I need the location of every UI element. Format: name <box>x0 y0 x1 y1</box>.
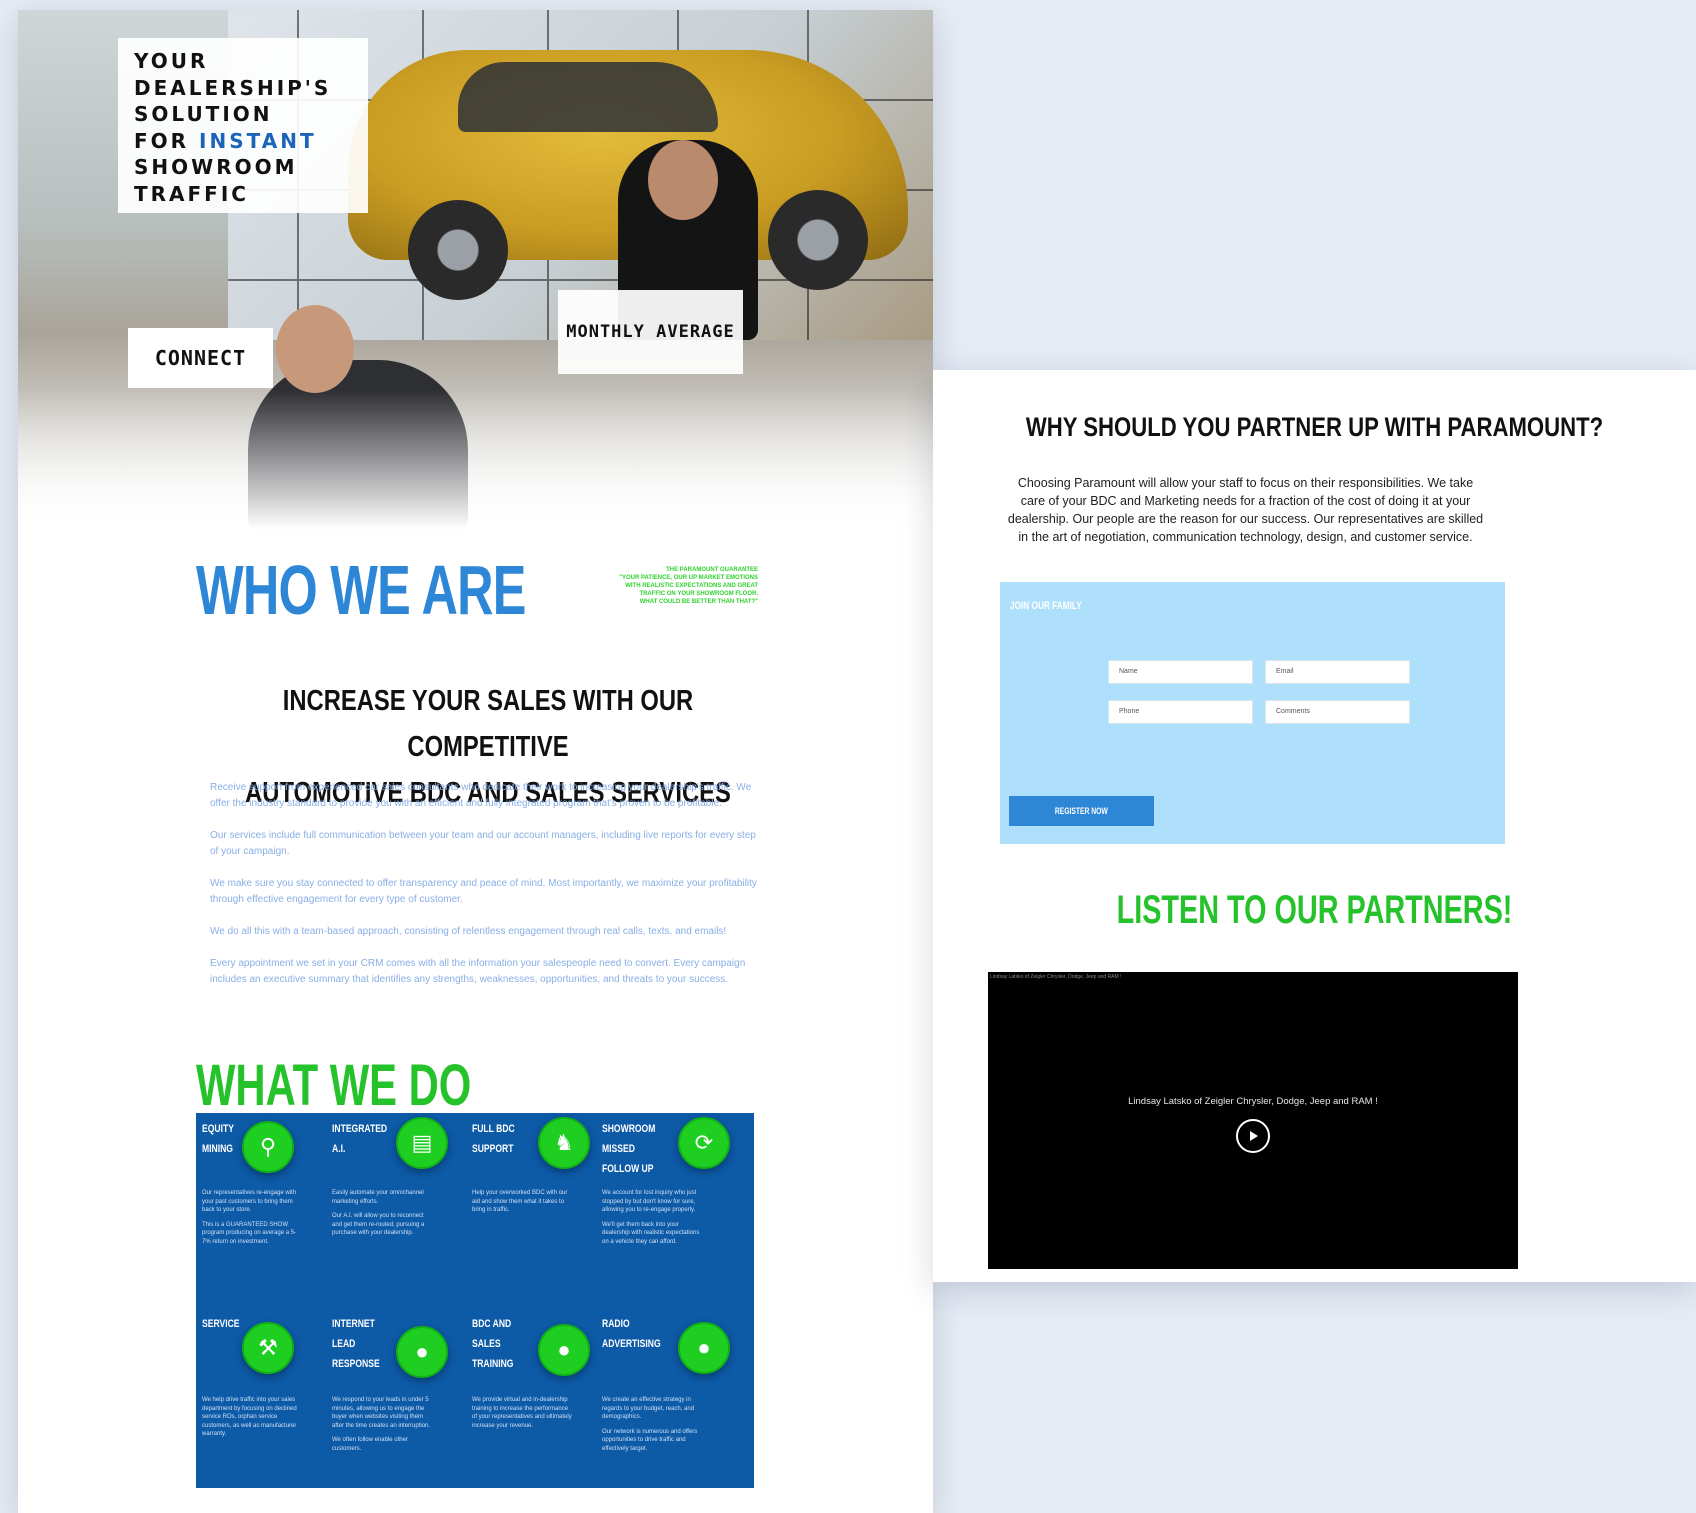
service-description: We account for lost inquiry who just sto… <box>602 1189 702 1252</box>
why-text-line: in the art of negotiation, communication… <box>1018 530 1473 544</box>
service-description: We provide virtual and in-dealership tra… <box>472 1396 572 1436</box>
hero-title: YOUR DEALERSHIP'S SOLUTION FOR INSTANT S… <box>118 38 368 213</box>
service-text: We create an effective strategy in regar… <box>602 1397 695 1420</box>
video-alt-text: Lindsay Latsko of Zeigler Chrysler, Dodg… <box>990 974 1122 980</box>
body-paragraph: We do all this with a team-based approac… <box>210 926 727 937</box>
service-text: We help drive traffic into your sales de… <box>202 1397 297 1437</box>
connect-label: CONNECT <box>128 328 273 388</box>
testimonial-video[interactable]: Lindsay Latsko of Zeigler Chrysler, Dodg… <box>988 972 1518 1269</box>
quote-line: WHAT COULD BE BETTER THAN THAT?" <box>639 599 758 605</box>
wrench-icon: ⚒ <box>242 1322 294 1374</box>
service-text: We respond to your leads in under 5 minu… <box>332 1397 431 1429</box>
who-we-are-body: Receive support from experienced car sal… <box>210 780 762 1004</box>
service-description: We respond to your leads in under 5 minu… <box>332 1396 432 1459</box>
team-icon: ♞ <box>538 1117 590 1169</box>
service-text: We account for lost inquiry who just sto… <box>602 1190 697 1213</box>
service-description: Easily automate your omnichannel marketi… <box>332 1189 432 1244</box>
salesperson-head <box>648 140 718 220</box>
body-paragraph: We make sure you stay connected to offer… <box>210 878 757 905</box>
quote-line: TRAFFIC ON YOUR SHOWROOM FLOOR. <box>639 591 758 597</box>
monitor-icon: ▤ <box>396 1117 448 1169</box>
service-title: FULL BDC SUPPORT <box>472 1123 515 1155</box>
email-field[interactable]: Email <box>1265 660 1410 684</box>
service-equity-mining[interactable]: EQUITY MINING ⚲ Our representatives re-e… <box>196 1113 334 1298</box>
phone-field[interactable]: Phone <box>1108 700 1253 724</box>
hero-title-for: FOR <box>134 128 190 153</box>
hero-title-line: YOUR <box>134 49 209 73</box>
monthly-average-label: MONTHLY AVERAGE <box>558 290 743 374</box>
quote-line: "YOUR PATIENCE, OUR UP MARKET EMOTIONS <box>619 575 758 581</box>
why-text-line: Choosing Paramount will allow your staff… <box>1017 476 1474 490</box>
hero-title-line: FOR INSTANT <box>134 128 352 155</box>
service-title: RADIO ADVERTISING <box>602 1318 661 1350</box>
radio-icon: ● <box>678 1322 730 1374</box>
service-text: Help your overworked BDC with our aid an… <box>472 1190 568 1213</box>
join-form-heading: JOIN OUR FAMILY <box>1010 600 1082 612</box>
video-caption: Lindsay Latsko of Zeigler Chrysler, Dodg… <box>1128 1096 1378 1107</box>
play-button[interactable] <box>1236 1119 1270 1153</box>
service-description: We create an effective strategy in regar… <box>602 1396 702 1459</box>
service-text: This is a GUARANTEED SHOW program produc… <box>202 1221 297 1245</box>
name-field[interactable]: Name <box>1108 660 1253 684</box>
service-title: INTERNET LEAD RESPONSE <box>332 1318 380 1370</box>
join-form: JOIN OUR FAMILY Name Email Phone Comment… <box>1000 582 1505 844</box>
why-partner-heading: WHY SHOULD YOU PARTNER UP WITH PARAMOUNT… <box>1025 412 1604 442</box>
partner-page-preview: WHY SHOULD YOU PARTNER UP WITH PARAMOUNT… <box>933 370 1696 1282</box>
service-text: Our representatives re-engage with your … <box>202 1190 297 1213</box>
service-internet-lead-response[interactable]: INTERNET LEAD RESPONSE ● We respond to y… <box>326 1308 464 1488</box>
service-text: We often follow enable other customers. <box>332 1437 408 1452</box>
suv-wheel <box>408 200 508 300</box>
hero-title-line: DEALERSHIP'S <box>134 75 332 100</box>
service-text: Easily automate your omnichannel marketi… <box>332 1190 424 1205</box>
service-bdc-and-sales-training[interactable]: BDC AND SALES TRAINING ● We provide virt… <box>466 1308 604 1488</box>
body-paragraph: Our services include full communication … <box>210 830 756 857</box>
listen-heading: LISTEN TO OUR PARTNERS! <box>1116 888 1513 932</box>
guarantee-quote: THE PARAMOUNT GUARANTEE "YOUR PATIENCE, … <box>608 566 758 606</box>
play-icon <box>1250 1131 1258 1141</box>
magnifier-icon: ⚲ <box>242 1121 294 1173</box>
what-we-do-heading: WHAT WE DO <box>196 1053 472 1118</box>
body-paragraph: Receive support from experienced car sal… <box>210 782 752 809</box>
training-icon: ● <box>538 1324 590 1376</box>
hero-title-line: SOLUTION <box>134 102 273 126</box>
quote-line: WITH REALISTIC EXPECTATIONS AND GREAT <box>625 583 758 589</box>
service-description: Help your overworked BDC with our aid an… <box>472 1189 572 1221</box>
service-text: We provide virtual and in-dealership tra… <box>472 1397 572 1429</box>
headline-line: INCREASE YOUR SALES WITH OUR COMPETITIVE <box>282 685 694 763</box>
service-text: We'll get them back into your dealership… <box>602 1221 700 1245</box>
service-showroom-missed-follow-up[interactable]: SHOWROOM MISSED FOLLOW UP ⟳ We account f… <box>596 1113 734 1298</box>
hero-section: YOUR DEALERSHIP'S SOLUTION FOR INSTANT S… <box>18 10 933 530</box>
service-title: INTEGRATED A.I. <box>332 1123 388 1155</box>
suv-window <box>458 62 718 132</box>
hero-title-line: SHOWROOM <box>134 155 298 179</box>
service-integrated-ai[interactable]: INTEGRATED A.I. ▤ Easily automate your o… <box>326 1113 464 1298</box>
body-paragraph: Every appointment we set in your CRM com… <box>210 958 746 985</box>
hero-title-accent: INSTANT <box>199 128 317 153</box>
refresh-icon: ⟳ <box>678 1117 730 1169</box>
hero-fade <box>18 390 933 530</box>
hero-title-line: TRAFFIC <box>134 181 249 206</box>
comments-field[interactable]: Comments <box>1265 700 1410 724</box>
service-title: BDC AND SALES TRAINING <box>472 1318 514 1370</box>
why-text-line: dealership. Our people are the reason fo… <box>1007 512 1484 526</box>
quote-line: THE PARAMOUNT GUARANTEE <box>666 567 758 573</box>
landing-page-preview: YOUR DEALERSHIP'S SOLUTION FOR INSTANT S… <box>18 10 933 1513</box>
service-text: Our network is numerous and offers oppor… <box>602 1428 698 1452</box>
service-description: We help drive traffic into your sales de… <box>202 1396 302 1445</box>
service-radio-advertising[interactable]: RADIO ADVERTISING ● We create an effecti… <box>596 1308 734 1488</box>
register-now-button[interactable]: REGISTER NOW <box>1009 796 1154 826</box>
services-grid: EQUITY MINING ⚲ Our representatives re-e… <box>196 1113 754 1488</box>
register-now-label: REGISTER NOW <box>1055 806 1108 816</box>
who-we-are-heading: WHO WE ARE <box>196 551 526 629</box>
service-title: SHOWROOM MISSED FOLLOW UP <box>602 1123 656 1175</box>
service-service[interactable]: SERVICE ⚒ We help drive traffic into you… <box>196 1308 334 1488</box>
suv-wheel <box>768 190 868 290</box>
why-text-line: care of your BDC and Marketing needs for… <box>1020 494 1471 508</box>
service-full-bdc-support[interactable]: FULL BDC SUPPORT ♞ Help your overworked … <box>466 1113 604 1298</box>
why-partner-text: Choosing Paramount will allow your staff… <box>983 474 1508 546</box>
customer-head <box>276 305 354 393</box>
service-description: Our representatives re-engage with your … <box>202 1189 302 1252</box>
internet-icon: ● <box>396 1326 448 1378</box>
service-text: Our A.I. will allow you to reconnect and… <box>332 1213 425 1236</box>
